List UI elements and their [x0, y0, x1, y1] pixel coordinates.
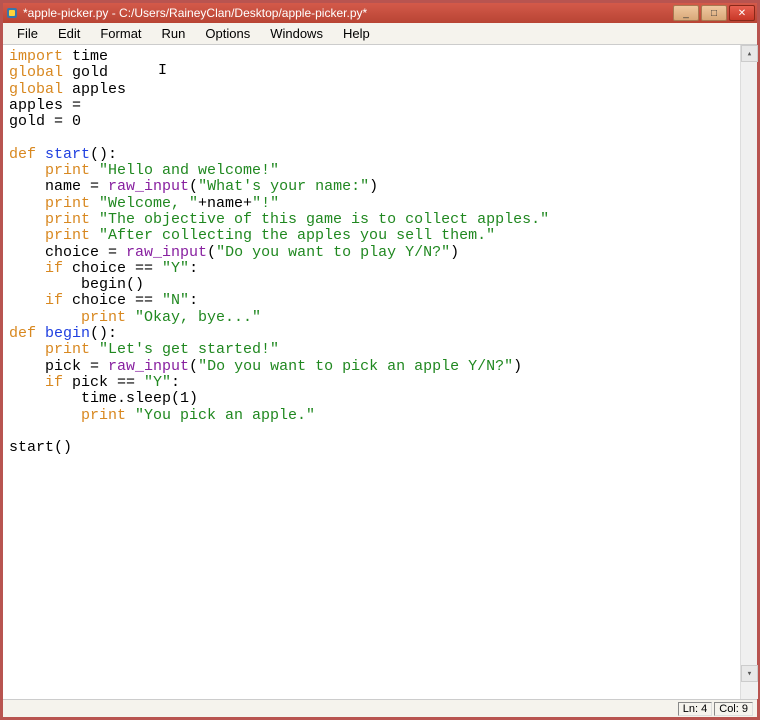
code-text: choice ==	[63, 260, 162, 277]
code-string: "Hello and welcome!"	[90, 162, 279, 179]
code-text: ():	[90, 146, 117, 163]
code-string: "N"	[162, 292, 189, 309]
code-builtin: raw_input	[108, 178, 189, 195]
menu-file[interactable]: File	[7, 24, 48, 43]
code-keyword: print	[9, 227, 90, 244]
status-col: Col: 9	[714, 702, 753, 716]
code-text: pick =	[9, 358, 108, 375]
window-controls: _ □ ✕	[673, 5, 755, 21]
menu-edit[interactable]: Edit	[48, 24, 90, 43]
code-text: )	[450, 244, 459, 261]
code-text: :	[189, 260, 198, 277]
python-icon	[5, 6, 19, 20]
code-funcname: begin	[36, 325, 90, 342]
code-keyword: print	[9, 162, 90, 179]
code-keyword: def	[9, 146, 36, 163]
code-text: (	[189, 358, 198, 375]
menu-options[interactable]: Options	[195, 24, 260, 43]
code-string: "Do you want to pick an apple Y/N?"	[198, 358, 513, 375]
code-text: choice =	[9, 244, 126, 261]
code-string: "Do you want to play Y/N?"	[216, 244, 450, 261]
code-string: "Okay, bye..."	[126, 309, 261, 326]
text-cursor: I	[158, 63, 167, 79]
menu-format[interactable]: Format	[90, 24, 151, 43]
code-text: time.sleep(1)	[9, 390, 198, 407]
minimize-button[interactable]: _	[673, 5, 699, 21]
code-builtin: raw_input	[108, 358, 189, 375]
editor-area: import time global gold global apples ap…	[3, 45, 757, 699]
code-string: "Y"	[144, 374, 171, 391]
code-text: apples =	[9, 97, 81, 114]
code-builtin: raw_input	[126, 244, 207, 261]
close-button[interactable]: ✕	[729, 5, 755, 21]
code-keyword: print	[9, 407, 126, 424]
menubar: File Edit Format Run Options Windows Hel…	[3, 23, 757, 45]
menu-run[interactable]: Run	[152, 24, 196, 43]
code-editor[interactable]: import time global gold global apples ap…	[3, 45, 740, 699]
code-text: :	[171, 374, 180, 391]
menu-help[interactable]: Help	[333, 24, 380, 43]
code-text: begin()	[9, 276, 144, 293]
code-text: (	[207, 244, 216, 261]
code-string: "You pick an apple."	[126, 407, 315, 424]
scroll-corner	[741, 682, 758, 699]
maximize-button[interactable]: □	[701, 5, 727, 21]
code-string: "Let's get started!"	[90, 341, 279, 358]
code-funcname: start	[36, 146, 90, 163]
code-text: apples	[63, 81, 126, 98]
status-line: Ln: 4	[678, 702, 712, 716]
code-keyword: if	[9, 374, 63, 391]
vertical-scrollbar[interactable]: ▴ ▾	[740, 45, 757, 699]
code-text: :	[189, 292, 198, 309]
code-text: choice ==	[63, 292, 162, 309]
code-keyword: global	[9, 64, 63, 81]
code-text: gold = 0	[9, 113, 81, 130]
code-string: "Y"	[162, 260, 189, 277]
code-text: )	[513, 358, 522, 375]
code-text: )	[369, 178, 378, 195]
code-keyword: if	[9, 292, 63, 309]
code-keyword: if	[9, 260, 63, 277]
code-keyword: print	[9, 309, 126, 326]
code-text: (	[189, 178, 198, 195]
code-text: gold	[63, 64, 108, 81]
statusbar: Ln: 4 Col: 9	[3, 699, 757, 717]
code-keyword: def	[9, 325, 36, 342]
code-text: +name+	[198, 195, 252, 212]
code-keyword: print	[9, 341, 90, 358]
titlebar[interactable]: *apple-picker.py - C:/Users/RaineyClan/D…	[3, 3, 757, 23]
code-text: time	[63, 48, 108, 65]
code-string: "After collecting the apples you sell th…	[90, 227, 495, 244]
code-keyword: global	[9, 81, 63, 98]
idle-window: *apple-picker.py - C:/Users/RaineyClan/D…	[0, 0, 760, 720]
code-keyword: print	[9, 195, 90, 212]
code-text: start()	[9, 439, 72, 456]
code-text: name =	[9, 178, 108, 195]
code-text: pick ==	[63, 374, 144, 391]
code-keyword: import	[9, 48, 63, 65]
menu-windows[interactable]: Windows	[260, 24, 333, 43]
code-text: ():	[90, 325, 117, 342]
code-keyword: print	[9, 211, 90, 228]
code-string: "The objective of this game is to collec…	[90, 211, 549, 228]
scroll-down-icon[interactable]: ▾	[741, 665, 758, 682]
window-title: *apple-picker.py - C:/Users/RaineyClan/D…	[23, 6, 673, 20]
code-string: "!"	[252, 195, 279, 212]
code-string: "Welcome, "	[90, 195, 198, 212]
scroll-up-icon[interactable]: ▴	[741, 45, 758, 62]
code-string: "What's your name:"	[198, 178, 369, 195]
